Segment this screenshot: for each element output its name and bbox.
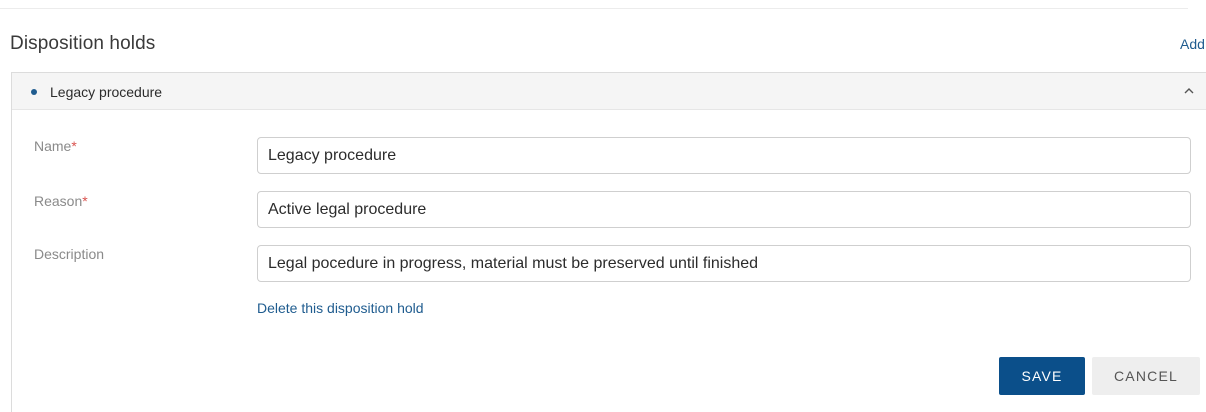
name-label: Name* (34, 138, 77, 154)
hold-header-label: Legacy procedure (50, 84, 163, 100)
reason-input[interactable] (257, 191, 1191, 228)
delete-hold-link[interactable]: Delete this disposition hold (257, 300, 424, 316)
chevron-up-icon[interactable] (1182, 84, 1196, 98)
disposition-hold-panel: Legacy procedure Name* Reason* Descripti… (11, 72, 1206, 412)
description-input[interactable] (257, 245, 1191, 282)
cancel-button[interactable]: CANCEL (1092, 357, 1200, 395)
description-label: Description (34, 246, 105, 262)
reason-label-text: Reason (34, 193, 83, 209)
hold-panel-header[interactable]: Legacy procedure (12, 73, 1206, 110)
required-mark: * (82, 193, 88, 209)
top-divider (0, 8, 1188, 9)
save-button[interactable]: SAVE (999, 357, 1085, 395)
required-mark: * (71, 138, 77, 154)
section-title: Disposition holds (10, 33, 156, 54)
name-label-text: Name (34, 138, 72, 154)
name-input[interactable] (257, 137, 1191, 174)
reason-label: Reason* (34, 193, 88, 209)
add-hold-link[interactable]: Add (1180, 36, 1205, 52)
bullet-icon (31, 89, 37, 95)
